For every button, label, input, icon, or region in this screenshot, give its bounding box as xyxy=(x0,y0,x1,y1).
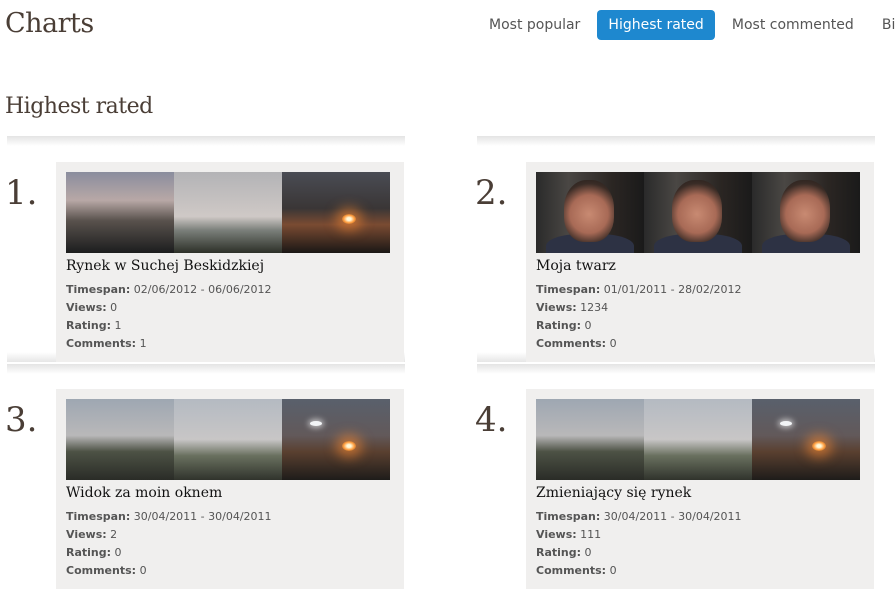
comments-row: Comments: 0 xyxy=(536,564,617,577)
portrait-face xyxy=(780,180,830,242)
chart-item: Moja twarz Timespan: 01/01/2011 - 28/02/… xyxy=(526,162,874,362)
views-label: Views: xyxy=(66,301,107,314)
rating-label: Rating: xyxy=(536,546,582,559)
rating-value: 1 xyxy=(114,319,122,332)
thumbnail-image[interactable] xyxy=(174,172,282,253)
views-row: Views: 2 xyxy=(66,528,117,541)
comments-label: Comments: xyxy=(536,564,607,577)
views-value: 1234 xyxy=(580,301,609,314)
rating-label: Rating: xyxy=(66,546,112,559)
item-title-link[interactable]: Moja twarz xyxy=(536,258,616,274)
comments-value: 0 xyxy=(609,337,617,350)
views-label: Views: xyxy=(66,528,107,541)
section-title: Highest rated xyxy=(5,94,153,119)
page-title: Charts xyxy=(5,8,94,39)
item-title-link[interactable]: Widok za moin oknem xyxy=(66,485,222,501)
comments-value: 0 xyxy=(139,564,147,577)
tab-most-commented[interactable]: Most commented xyxy=(721,10,865,40)
thumbnail-image[interactable] xyxy=(536,399,644,480)
timespan-value: 02/06/2012 - 06/06/2012 xyxy=(133,283,272,296)
rating-row: Rating: 0 xyxy=(536,546,592,559)
thumbnail-image[interactable] xyxy=(644,172,752,253)
chart-item: Widok za moin oknem Timespan: 30/04/2011… xyxy=(56,389,404,589)
rating-label: Rating: xyxy=(66,319,112,332)
rating-value: 0 xyxy=(584,546,592,559)
rank-number: 3. xyxy=(5,400,38,440)
comments-row: Comments: 1 xyxy=(66,337,147,350)
timespan-value: 30/04/2011 - 30/04/2011 xyxy=(133,510,272,523)
views-row: Views: 111 xyxy=(536,528,601,541)
portrait-face xyxy=(564,180,614,242)
item-title-link[interactable]: Rynek w Suchej Beskidzkiej xyxy=(66,258,264,274)
timespan-row: Timespan: 30/04/2011 - 30/04/2011 xyxy=(66,510,272,523)
thumbnail-image[interactable] xyxy=(66,172,174,253)
rank-number: 2. xyxy=(475,173,508,213)
thumbnail-image[interactable] xyxy=(174,399,282,480)
row-separator xyxy=(477,364,875,374)
comments-value: 1 xyxy=(139,337,147,350)
thumbnail-image[interactable] xyxy=(752,399,860,480)
comments-row: Comments: 0 xyxy=(536,337,617,350)
chart-item: Rynek w Suchej Beskidzkiej Timespan: 02/… xyxy=(56,162,404,362)
timespan-label: Timespan: xyxy=(536,510,601,523)
portrait-face xyxy=(672,180,722,242)
timespan-label: Timespan: xyxy=(66,510,131,523)
tab-highest-rated[interactable]: Highest rated xyxy=(597,10,715,40)
thumbnail-image[interactable] xyxy=(282,172,390,253)
views-row: Views: 1234 xyxy=(536,301,608,314)
row-separator xyxy=(7,364,405,374)
thumbnail-strip[interactable] xyxy=(66,399,390,480)
rating-value: 0 xyxy=(114,546,122,559)
views-value: 111 xyxy=(580,528,602,541)
tab-biggest[interactable]: Biggest xyxy=(871,10,896,40)
rank-number: 4. xyxy=(475,400,508,440)
moon-glow xyxy=(310,421,322,426)
row-separator xyxy=(477,136,875,146)
row-separator xyxy=(7,136,405,146)
rank-number: 1. xyxy=(5,173,38,213)
comments-label: Comments: xyxy=(66,337,137,350)
views-value: 2 xyxy=(110,528,118,541)
thumbnail-image[interactable] xyxy=(282,399,390,480)
timespan-label: Timespan: xyxy=(536,283,601,296)
timespan-label: Timespan: xyxy=(66,283,131,296)
timespan-value: 30/04/2011 - 30/04/2011 xyxy=(603,510,742,523)
thumbnail-image[interactable] xyxy=(752,172,860,253)
comments-label: Comments: xyxy=(536,337,607,350)
comments-row: Comments: 0 xyxy=(66,564,147,577)
rating-value: 0 xyxy=(584,319,592,332)
rating-row: Rating: 0 xyxy=(66,546,122,559)
thumbnail-image[interactable] xyxy=(644,399,752,480)
rating-label: Rating: xyxy=(536,319,582,332)
chart-tabs: Most popular Highest rated Most commente… xyxy=(478,10,896,40)
timespan-row: Timespan: 02/06/2012 - 06/06/2012 xyxy=(66,283,272,296)
views-row: Views: 0 xyxy=(66,301,117,314)
views-label: Views: xyxy=(536,528,577,541)
item-title-link[interactable]: Zmieniający się rynek xyxy=(536,485,691,501)
views-label: Views: xyxy=(536,301,577,314)
thumbnail-image[interactable] xyxy=(536,172,644,253)
thumbnail-image[interactable] xyxy=(66,399,174,480)
comments-label: Comments: xyxy=(66,564,137,577)
timespan-value: 01/01/2011 - 28/02/2012 xyxy=(603,283,742,296)
tab-most-popular[interactable]: Most popular xyxy=(478,10,591,40)
thumbnail-strip[interactable] xyxy=(536,399,860,480)
chart-item: Zmieniający się rynek Timespan: 30/04/20… xyxy=(526,389,874,589)
views-value: 0 xyxy=(110,301,118,314)
sun-glare xyxy=(342,214,356,224)
comments-value: 0 xyxy=(609,564,617,577)
timespan-row: Timespan: 01/01/2011 - 28/02/2012 xyxy=(536,283,742,296)
timespan-row: Timespan: 30/04/2011 - 30/04/2011 xyxy=(536,510,742,523)
sun-glare xyxy=(342,441,356,451)
thumbnail-strip[interactable] xyxy=(66,172,390,253)
thumbnail-strip[interactable] xyxy=(536,172,860,253)
rating-row: Rating: 0 xyxy=(536,319,592,332)
moon-glow xyxy=(780,421,792,426)
sun-glare xyxy=(812,441,826,451)
rating-row: Rating: 1 xyxy=(66,319,122,332)
